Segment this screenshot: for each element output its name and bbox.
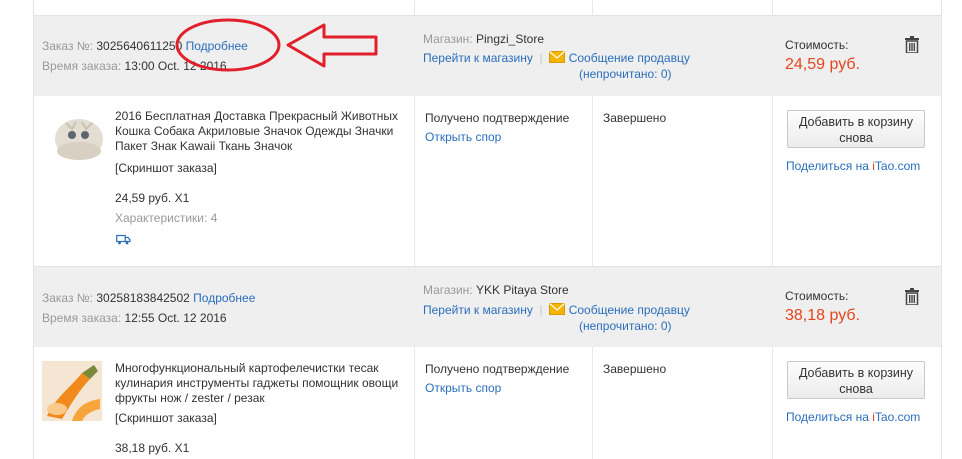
order-snapshot-link[interactable]: [Скриншот заказа] (115, 161, 217, 175)
order-item-row: 2016 Бесплатная Доставка Прекрасный Живо… (34, 96, 941, 266)
envelope-icon[interactable] (549, 51, 566, 63)
order-details-link[interactable]: Подробнее (193, 291, 255, 305)
cost-value: 38,18 руб. (785, 307, 860, 324)
price-quantity: 38,18 руб. X1 (115, 441, 190, 455)
order-number-row: Заказ №: 3025640611250 Подробнее (42, 39, 248, 53)
store-row: Магазин: Pingzi_Store (423, 32, 544, 46)
status-confirmation: Получено подтверждение (425, 362, 570, 376)
order-number-row: Заказ №: 30258183842502 Подробнее (42, 291, 255, 305)
open-dispute-link[interactable]: Открыть спор (425, 381, 501, 395)
cost-value: 24,59 руб. (785, 56, 860, 73)
order-status: Завершено (603, 362, 667, 376)
order-time: 12:55 Oct. 12 2016 (124, 311, 227, 325)
store-row: Магазин: YKK Pitaya Store (423, 283, 569, 297)
add-to-cart-again-button[interactable]: Добавить в корзину снова (787, 110, 925, 148)
orders-list: Заказ №: 3025640611250 Подробнее Время з… (33, 0, 942, 459)
order-time: 13:00 Oct. 12 2016 (124, 59, 227, 73)
order-number-label: Заказ №: (42, 291, 94, 305)
previous-order-remnant (34, 0, 941, 15)
message-seller-link[interactable]: Сообщение продавцу (569, 303, 690, 317)
itao-logo-text: Tao.com (874, 410, 921, 424)
order-number-label: Заказ №: (42, 39, 94, 53)
characteristics: Характеристики: 4 (115, 211, 218, 225)
cost-label: Стоимость: (785, 289, 849, 303)
order-time-row: Время заказа: 12:55 Oct. 12 2016 (42, 311, 227, 325)
product-thumbnail[interactable] (48, 111, 108, 171)
store-label: Магазин: (423, 283, 473, 297)
share-itao-link[interactable]: Поделиться на iTao.com (786, 410, 920, 424)
itao-logo-text: Tao.com (874, 159, 921, 173)
order-header: Заказ №: 30258183842502 Подробнее Время … (34, 266, 941, 348)
add-to-cart-again-button[interactable]: Добавить в корзину снова (787, 361, 925, 399)
order-details-link[interactable]: Подробнее (186, 39, 248, 53)
order-header: Заказ №: 3025640611250 Подробнее Время з… (34, 15, 941, 97)
trash-icon[interactable] (905, 36, 919, 53)
message-seller-link[interactable]: Сообщение продавцу (569, 51, 690, 65)
store-actions: Перейти к магазину | Сообщение продавцу (423, 51, 690, 65)
product-thumbnail[interactable] (42, 361, 102, 421)
order-number: 30258183842502 (96, 291, 190, 305)
store-name: YKK Pitaya Store (475, 283, 569, 297)
order-snapshot-link[interactable]: [Скриншот заказа] (115, 411, 217, 425)
cost-label: Стоимость: (785, 38, 849, 52)
price-quantity: 24,59 руб. X1 (115, 191, 190, 205)
product-title[interactable]: Многофункциональный картофелечистки теса… (115, 361, 415, 406)
unread-count[interactable]: (непрочитано: 0) (579, 319, 672, 333)
order-time-row: Время заказа: 13:00 Oct. 12 2016 (42, 59, 227, 73)
store-name: Pingzi_Store (475, 32, 545, 46)
goto-store-link[interactable]: Перейти к магазину (423, 303, 533, 317)
trash-icon[interactable] (905, 288, 919, 305)
separator: | (536, 51, 547, 65)
order-item-row: Многофункциональный картофелечистки теса… (34, 347, 941, 459)
order-number: 3025640611250 (96, 39, 183, 53)
status-confirmation: Получено подтверждение (425, 111, 570, 125)
share-itao-link[interactable]: Поделиться на iTao.com (786, 159, 920, 173)
separator: | (536, 303, 547, 317)
share-label: Поделиться на (786, 159, 873, 173)
store-label: Магазин: (423, 32, 473, 46)
order-time-label: Время заказа: (42, 311, 122, 325)
store-actions: Перейти к магазину | Сообщение продавцу (423, 303, 690, 317)
share-label: Поделиться на (786, 410, 873, 424)
product-title[interactable]: 2016 Бесплатная Доставка Прекрасный Живо… (115, 109, 415, 154)
shipping-truck-icon[interactable] (116, 234, 131, 245)
order-time-label: Время заказа: (42, 59, 122, 73)
order-status: Завершено (603, 111, 667, 125)
envelope-icon[interactable] (549, 303, 566, 315)
unread-count[interactable]: (непрочитано: 0) (579, 67, 672, 81)
open-dispute-link[interactable]: Открыть спор (425, 130, 501, 144)
goto-store-link[interactable]: Перейти к магазину (423, 51, 533, 65)
